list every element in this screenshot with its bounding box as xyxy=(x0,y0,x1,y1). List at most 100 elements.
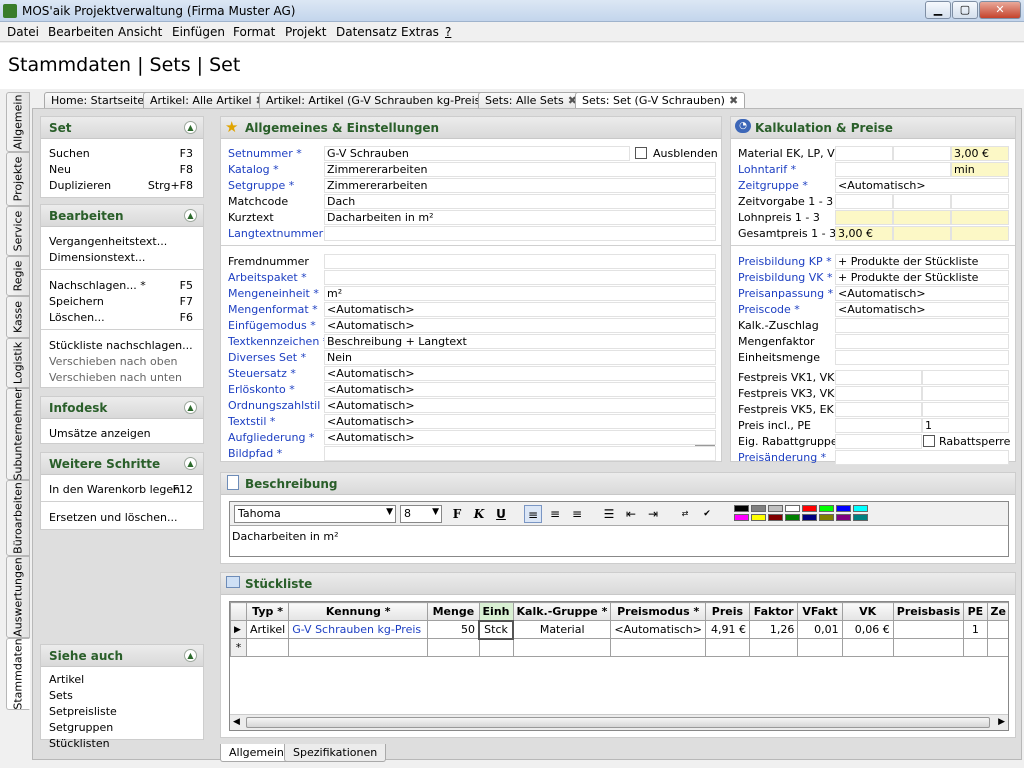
einfügemodus-field[interactable]: <Automatisch> xyxy=(324,318,716,333)
vtab-stammdaten[interactable]: Stammdaten xyxy=(6,638,30,710)
preisanpassung-label[interactable]: Preisanpassung * xyxy=(738,287,833,300)
cell-kennung[interactable]: G-V Schrauben kg-Preis xyxy=(288,620,429,639)
column-header-pe[interactable]: PE xyxy=(963,602,988,621)
cell-faktor[interactable]: 1,26 xyxy=(748,620,799,639)
festpreis-vk2-field[interactable] xyxy=(922,370,1009,385)
horizontal-scrollbar[interactable]: ◀ ▶ xyxy=(230,714,1008,730)
collapse-icon[interactable]: ▲ xyxy=(184,649,197,662)
size-select[interactable]: 8 ▼ xyxy=(400,505,442,523)
cell-preis[interactable]: 4,91 € xyxy=(704,620,750,639)
cell-kalk-gruppe[interactable]: Material xyxy=(512,620,612,639)
maximize-button[interactable]: ▢ xyxy=(952,1,978,19)
textstil-label[interactable]: Textstil * xyxy=(228,415,275,428)
task-umsaetze[interactable]: Umsätze anzeigen xyxy=(49,427,151,440)
indent-icon[interactable]: ⇥ xyxy=(644,505,662,523)
color-swatch[interactable] xyxy=(802,514,817,521)
rabattgruppe-field[interactable] xyxy=(835,434,922,449)
bildpfad-field[interactable] xyxy=(324,446,716,461)
cell-pe[interactable]: 1 xyxy=(963,620,988,639)
menu-ansicht[interactable]: Ansicht xyxy=(118,25,162,39)
steuersatz-label[interactable]: Steuersatz * xyxy=(228,367,296,380)
collapse-icon[interactable]: ▲ xyxy=(184,457,197,470)
color-swatch[interactable] xyxy=(802,505,817,512)
preisbildung-vk-label[interactable]: Preisbildung VK * xyxy=(738,271,833,284)
ordnungszahlstil-label[interactable]: Ordnungszahlstil * xyxy=(228,399,329,412)
description-text[interactable]: Dacharbeiten in m² xyxy=(232,530,339,543)
rabattsperre-checkbox[interactable] xyxy=(923,435,935,447)
cell-preismodus[interactable]: <Automatisch> xyxy=(610,620,706,639)
align-right-icon[interactable]: ≡ xyxy=(568,505,586,523)
mengeneinheit-field[interactable]: m² xyxy=(324,286,716,301)
material-vk-field[interactable]: 3,00 € xyxy=(951,146,1009,161)
aufgliederung-field[interactable]: <Automatisch> xyxy=(324,430,716,445)
menu-help[interactable]: ? xyxy=(445,25,451,39)
color-swatch[interactable] xyxy=(853,505,868,512)
ordnungszahlstil-field[interactable]: <Automatisch> xyxy=(324,398,716,413)
kurztext-field[interactable]: Dacharbeiten in m² xyxy=(324,210,716,225)
column-header-preis[interactable]: Preis xyxy=(704,602,750,621)
cell-menge[interactable]: 50 xyxy=(427,620,480,639)
task-stueckliste-nachschlagen[interactable]: Stückliste nachschlagen... xyxy=(49,339,193,352)
color-swatch[interactable] xyxy=(751,505,766,512)
cell-vk[interactable]: 0,06 € xyxy=(841,620,894,639)
cell-einh[interactable]: Stck xyxy=(478,619,514,640)
langtextnummer-label[interactable]: Langtextnummer * xyxy=(228,227,332,240)
column-header-vfakt[interactable]: VFakt xyxy=(797,602,843,621)
einheitsmenge-field[interactable] xyxy=(835,350,1009,365)
task-warenkorb[interactable]: In den Warenkorb legen xyxy=(49,483,180,496)
menu-format[interactable]: Format xyxy=(233,25,275,39)
scroll-right-icon[interactable]: ▶ xyxy=(998,717,1005,727)
color-swatch[interactable] xyxy=(836,505,851,512)
link-artikel[interactable]: Artikel xyxy=(49,673,84,686)
new-cell-kennung[interactable] xyxy=(288,638,429,657)
new-cell-vk[interactable] xyxy=(841,638,894,657)
lohntarif-unit-field[interactable]: min xyxy=(951,162,1009,177)
new-cell-kalk-gruppe[interactable] xyxy=(512,638,612,657)
textkennzeichen-field[interactable]: Beschreibung + Langtext xyxy=(324,334,716,349)
collapse-icon[interactable]: ▲ xyxy=(184,401,197,414)
tab-spezifikationen[interactable]: Spezifikationen xyxy=(284,744,387,762)
link-setgruppen[interactable]: Setgruppen xyxy=(49,721,113,734)
lohntarif-label[interactable]: Lohntarif * xyxy=(738,163,796,176)
task-loeschen[interactable]: Löschen... xyxy=(49,311,105,324)
column-header-kalk-gruppe[interactable]: Kalk.-Gruppe * xyxy=(512,602,612,621)
preiscode-label[interactable]: Preiscode * xyxy=(738,303,800,316)
vtab-kasse[interactable]: Kasse xyxy=(6,296,30,338)
vtab-allgemein[interactable]: Allgemein xyxy=(6,92,30,152)
menu-datensatz[interactable]: Datensatz xyxy=(336,25,397,39)
zeitvorgabe-3-field[interactable] xyxy=(951,194,1009,209)
align-left-icon[interactable]: ≡ xyxy=(524,505,542,523)
scroll-left-icon[interactable]: ◀ xyxy=(233,717,240,727)
vtab-logistik[interactable]: Logistik xyxy=(6,338,30,388)
column-header-ze[interactable]: Ze xyxy=(986,602,1008,621)
preisbildung-kp-label[interactable]: Preisbildung KP * xyxy=(738,255,832,268)
menu-projekt[interactable]: Projekt xyxy=(285,25,326,39)
bildpfad-label[interactable]: Bildpfad * xyxy=(228,447,282,460)
tab-allgemein-bottom[interactable]: Allgemein xyxy=(220,744,293,762)
preis-incl-field[interactable] xyxy=(835,418,922,433)
setnummer-field[interactable]: G-V Schrauben xyxy=(324,146,630,161)
preisbildung-kp-field[interactable]: + Produkte der Stückliste xyxy=(835,254,1009,269)
festpreis-ek-field[interactable] xyxy=(922,402,1009,417)
column-header-faktor[interactable]: Faktor xyxy=(748,602,799,621)
collapse-icon[interactable]: ▲ xyxy=(184,209,197,222)
setgruppe-field[interactable]: Zimmererarbeiten xyxy=(324,178,716,193)
pe-field[interactable]: 1 xyxy=(922,418,1009,433)
zeitgruppe-field[interactable]: <Automatisch> xyxy=(835,178,1009,193)
new-cell-ze[interactable] xyxy=(986,638,1008,657)
diverses-set-field[interactable]: Nein xyxy=(324,350,716,365)
color-swatch[interactable] xyxy=(768,514,783,521)
new-cell-vfakt[interactable] xyxy=(797,638,843,657)
scrollbar-thumb[interactable] xyxy=(246,717,990,728)
mengenformat-field[interactable]: <Automatisch> xyxy=(324,302,716,317)
vtab-projekte[interactable]: Projekte xyxy=(6,152,30,206)
outdent-icon[interactable]: ⇤ xyxy=(622,505,640,523)
festpreis-vk1-field[interactable] xyxy=(835,370,922,385)
new-cell-einh[interactable] xyxy=(478,638,514,657)
preisanpassung-field[interactable]: <Automatisch> xyxy=(835,286,1009,301)
zeitvorgabe-1-field[interactable] xyxy=(835,194,893,209)
katalog-field[interactable]: Zimmererarbeiten xyxy=(324,162,716,177)
font-select[interactable]: Tahoma ▼ xyxy=(234,505,396,523)
column-header-kennung[interactable]: Kennung * xyxy=(288,602,429,621)
new-cell-typ[interactable] xyxy=(245,638,290,657)
